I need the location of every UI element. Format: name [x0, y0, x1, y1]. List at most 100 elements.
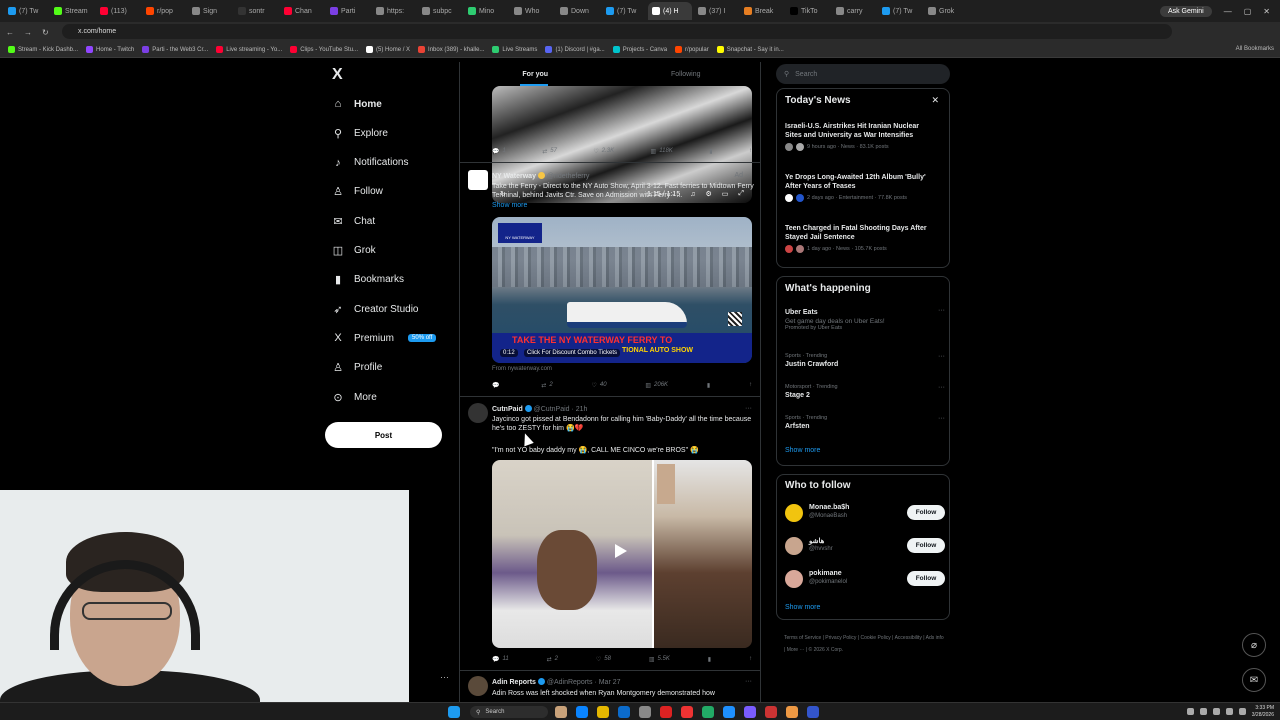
suggestion-name[interactable]: هاشو	[809, 537, 824, 545]
views-button[interactable]: ▥ 206K	[645, 382, 668, 389]
follow-suggestion[interactable]: Monae.ba$h @MonaeBash Follow	[785, 503, 945, 525]
trend-item[interactable]: Motorsport · Trending Stage 2 ···	[785, 384, 945, 399]
author-name[interactable]: NY Waterway	[492, 173, 536, 180]
app-icon[interactable]	[807, 706, 819, 718]
source-link[interactable]: From nywaterway.com	[492, 366, 552, 372]
browser-tab[interactable]: (113)	[96, 2, 140, 20]
app-icon[interactable]	[702, 706, 714, 718]
show-more-link[interactable]: Show more	[492, 202, 527, 209]
nav-item-premium[interactable]: X Premium 50% off	[332, 332, 437, 344]
bookmark-item[interactable]: Parti - the Web3 Cr...	[142, 46, 208, 53]
author-handle[interactable]: @CutnPaid	[534, 406, 570, 413]
share-button[interactable]: ↑	[749, 656, 752, 663]
close-icon[interactable]: ✕	[931, 95, 939, 106]
avatar[interactable]	[468, 676, 488, 696]
browser-tab[interactable]: Down	[556, 2, 600, 20]
news-item[interactable]: Ye Drops Long-Awaited 12th Album 'Bully'…	[785, 173, 935, 202]
suggestion-name[interactable]: Monae.ba$h	[809, 504, 849, 511]
minimize-icon[interactable]: —	[1224, 7, 1232, 16]
more-icon[interactable]: ···	[745, 678, 752, 685]
browser-tab[interactable]: https:	[372, 2, 416, 20]
browser-tab[interactable]: Stream	[50, 2, 94, 20]
chrome-icon[interactable]	[786, 706, 798, 718]
repost-button[interactable]: ⇄ 2	[541, 382, 552, 389]
tweet-video[interactable]	[492, 460, 752, 648]
ad-cta-button[interactable]: Click For Discount Combo Tickets	[524, 349, 621, 357]
follow-suggestion[interactable]: هاشو @hvvshr Follow	[785, 536, 945, 558]
share-button[interactable]: ↑	[749, 382, 752, 389]
like-button[interactable]: ♡ 40	[591, 382, 606, 389]
app-icon[interactable]	[639, 706, 651, 718]
browser-tab[interactable]: Mino	[464, 2, 508, 20]
nav-item-notifications[interactable]: ♪ Notifications	[332, 157, 408, 169]
nav-item-grok[interactable]: ◫ Grok	[332, 245, 376, 257]
ad-video[interactable]: NY WATERWAY TAKE THE NY WATERWAY FERRY T…	[492, 217, 752, 363]
reload-icon[interactable]: ↻	[42, 28, 49, 37]
reply-button[interactable]: 💬 1	[492, 148, 506, 155]
messages-icon[interactable]: ✉	[1242, 668, 1266, 692]
bookmark-button[interactable]: ▮	[709, 148, 712, 155]
nav-item-creator-studio[interactable]: ➶ Creator Studio	[332, 303, 418, 316]
play-icon[interactable]	[615, 544, 627, 558]
nav-item-explore[interactable]: ⚲ Explore	[332, 127, 388, 140]
reply-button[interactable]: 💬	[492, 382, 502, 389]
trend-item[interactable]: Sports · Trending Justin Crawford ···	[785, 353, 945, 368]
tab-following[interactable]: Following	[611, 62, 761, 86]
search-input[interactable]: ⚲ Search	[776, 64, 950, 84]
bookmark-item[interactable]: Snapchat - Say it in...	[716, 46, 784, 53]
nav-item-bookmarks[interactable]: ▮ Bookmarks	[332, 274, 404, 286]
avatar[interactable]	[785, 504, 803, 522]
browser-tab[interactable]: Sign	[188, 2, 232, 20]
nav-item-chat[interactable]: ✉ Chat	[332, 215, 375, 228]
post-button[interactable]: Post	[325, 422, 442, 448]
clock[interactable]: 3:33 PM 3/28/2026	[1252, 705, 1274, 719]
browser-tab[interactable]: Break	[740, 2, 784, 20]
bookmark-item[interactable]: Live streaming - Yo...	[216, 46, 282, 53]
trend-item[interactable]: Sports · Trending Arfsten ···	[785, 415, 945, 430]
avatar[interactable]	[468, 403, 488, 423]
browser-tab[interactable]: (7) Tw	[878, 2, 922, 20]
bookmark-item[interactable]: (5) Home / X	[366, 46, 410, 53]
app-icon[interactable]	[765, 706, 777, 718]
like-button[interactable]: ♡ 58	[596, 656, 611, 663]
views-button[interactable]: ▥ 118K	[651, 148, 673, 155]
like-button[interactable]: ♡ 2.3K	[593, 148, 614, 155]
repost-button[interactable]: ⇄ 57	[542, 148, 557, 155]
share-button[interactable]: ↑	[749, 148, 752, 155]
browser-tab[interactable]: (37) I	[694, 2, 738, 20]
bookmark-item[interactable]: Home - Twitch	[86, 46, 134, 53]
bookmark-item[interactable]: r/popular	[675, 46, 709, 53]
app-icon[interactable]	[576, 706, 588, 718]
account-more-icon[interactable]: ···	[440, 672, 449, 682]
edge-icon[interactable]	[618, 706, 630, 718]
grok-icon[interactable]: ⌀	[1242, 633, 1266, 657]
suggestion-name[interactable]: pokimane	[809, 570, 842, 577]
more-icon[interactable]: ···	[938, 307, 945, 314]
browser-tab[interactable]: (4) H	[648, 2, 692, 20]
bookmark-item[interactable]: Inbox (389) - khalle...	[418, 46, 484, 53]
views-button[interactable]: ▥ 5.5K	[649, 656, 670, 663]
follow-button[interactable]: Follow	[907, 505, 945, 520]
system-tray[interactable]	[1187, 708, 1246, 715]
windows-start-icon[interactable]	[448, 706, 460, 718]
browser-tab[interactable]: (7) Tw	[602, 2, 646, 20]
news-item[interactable]: Teen Charged in Fatal Shooting Days Afte…	[785, 224, 935, 253]
bookmark-item[interactable]: (1) Discord | #ga...	[545, 46, 605, 53]
browser-tab[interactable]: Chan	[280, 2, 324, 20]
folder-icon[interactable]	[597, 706, 609, 718]
browser-tab[interactable]: Who	[510, 2, 554, 20]
follow-button[interactable]: Follow	[907, 571, 945, 586]
author-name[interactable]: Adin Reports	[492, 679, 536, 686]
nav-item-follow[interactable]: ♙ Follow	[332, 186, 383, 198]
bookmark-item[interactable]: Live Streams	[492, 46, 537, 53]
more-icon[interactable]: ···	[745, 405, 752, 412]
more-icon[interactable]: ···	[938, 353, 945, 360]
close-icon[interactable]: ✕	[1263, 7, 1270, 16]
author-handle[interactable]: @ridetheferry	[547, 173, 590, 180]
back-icon[interactable]: ←	[6, 28, 14, 37]
browser-tab[interactable]: r/pop	[142, 2, 186, 20]
taskbar-search[interactable]: ⚲ Search	[470, 706, 548, 718]
app-icon[interactable]	[723, 706, 735, 718]
browser-tab[interactable]: TikTo	[786, 2, 830, 20]
x-logo-icon[interactable]: X	[332, 66, 343, 84]
